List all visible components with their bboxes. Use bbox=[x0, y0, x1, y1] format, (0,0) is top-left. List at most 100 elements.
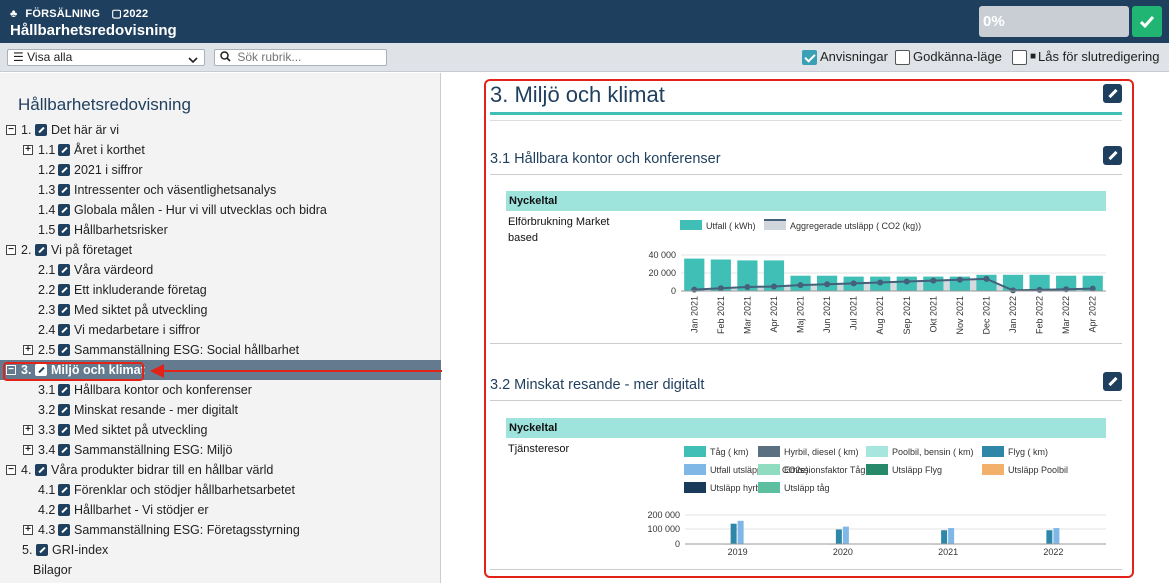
toc-item[interactable]: −4. Våra produkter bidrar till en hållbar… bbox=[0, 460, 441, 480]
x-tick-label: Aug 2021 bbox=[875, 296, 885, 335]
y-tick-label: 200 000 bbox=[647, 510, 680, 520]
toc-item[interactable]: +4.3 Sammanställning ESG: Företagsstyrnin… bbox=[0, 520, 441, 540]
toc-item[interactable]: 1.2 2021 i siffror bbox=[0, 160, 441, 180]
toc-item[interactable]: +2.5 Sammanställning ESG: Social hållbarh… bbox=[0, 340, 441, 360]
expand-icon[interactable]: + bbox=[23, 345, 33, 355]
toc-item[interactable]: 2.4 Vi medarbetare i siffror bbox=[0, 320, 441, 340]
toggle-godkanna[interactable]: Godkänna-läge bbox=[895, 49, 1002, 65]
legend-swatch bbox=[758, 482, 780, 493]
legend-label: Utsläpp Flyg bbox=[892, 465, 942, 475]
legend-swatch bbox=[684, 446, 706, 457]
toc-number: 1.3 bbox=[38, 183, 56, 197]
subsection-divider bbox=[490, 174, 1122, 175]
toc-number: 4. bbox=[21, 463, 32, 477]
x-tick-label: 2020 bbox=[833, 547, 853, 557]
year-label: 2022 bbox=[123, 8, 149, 20]
filter-select[interactable]: ☰ Visa alla bbox=[7, 49, 205, 66]
toc-item[interactable]: 3.2 Minskat resande - mer digitalt bbox=[0, 400, 441, 420]
x-tick-label: Jan 2022 bbox=[1008, 296, 1018, 333]
data-point bbox=[744, 283, 751, 290]
expand-icon[interactable]: + bbox=[23, 445, 33, 455]
toc-item[interactable]: 1.4 Globala målen - Hur vi vill utvecklas… bbox=[0, 200, 441, 220]
legend-label: Utsläpp tåg bbox=[784, 483, 830, 493]
x-tick-label: 2022 bbox=[1043, 547, 1063, 557]
toc-item[interactable]: 2.2 Ett inkluderande företag bbox=[0, 280, 441, 300]
toc-item[interactable]: +1.1 Året i korthet bbox=[0, 140, 441, 160]
list-icon: ☰ bbox=[13, 50, 24, 64]
toc-item[interactable]: 3.1 Hållbara kontor och konferenser bbox=[0, 380, 441, 400]
edit-pencil-icon bbox=[58, 484, 70, 496]
collapse-icon[interactable]: − bbox=[6, 245, 16, 255]
toc-item[interactable]: 2.1 Våra värdeord bbox=[0, 260, 441, 280]
legend-swatch bbox=[758, 464, 780, 475]
toc-item[interactable]: −1. Det här är vi bbox=[0, 120, 441, 140]
toc-number: 1.5 bbox=[38, 223, 56, 237]
edit-pencil-icon bbox=[58, 404, 70, 416]
toc-number: 1.1 bbox=[38, 143, 56, 157]
data-point bbox=[903, 278, 910, 285]
expand-icon[interactable]: + bbox=[23, 525, 33, 535]
toc-number: 2.2 bbox=[38, 283, 56, 297]
toc-item[interactable]: 4.2 Hållbarhet - Vi stödjer er bbox=[0, 500, 441, 520]
search-input[interactable] bbox=[237, 50, 383, 64]
collapse-icon[interactable]: − bbox=[6, 125, 16, 135]
edit-pencil-icon bbox=[35, 244, 47, 256]
edit-subsection-button[interactable] bbox=[1103, 372, 1122, 391]
toc-label: Det här är vi bbox=[51, 123, 120, 137]
toggle-las[interactable]: ■ Lås för slutredigering bbox=[1012, 49, 1159, 65]
edit-pencil-icon bbox=[35, 124, 47, 136]
confirm-button[interactable] bbox=[1132, 6, 1162, 37]
toc-label: Hållbara kontor och konferenser bbox=[74, 383, 252, 397]
toc-item[interactable]: 5. GRI-index bbox=[0, 540, 441, 560]
calendar-icon: ▢ bbox=[111, 8, 123, 20]
toc-item[interactable]: −2. Vi på företaget bbox=[0, 240, 441, 260]
x-tick-label: 2019 bbox=[728, 547, 748, 557]
toc-number: 2. bbox=[21, 243, 32, 257]
collapse-icon[interactable]: − bbox=[6, 465, 16, 475]
toc-item[interactable]: 4.1 Förenklar och stödjer hållbarhetsarbe… bbox=[0, 480, 441, 500]
legend-swatch bbox=[866, 446, 888, 457]
progress-indicator: 0% bbox=[979, 6, 1129, 37]
sales-label: FÖRSÄLNING bbox=[25, 8, 101, 20]
legend-swatch bbox=[684, 464, 706, 475]
toc-label: Sammanställning ESG: Miljö bbox=[74, 443, 233, 457]
toc-label: GRI-index bbox=[52, 543, 109, 557]
subsection-divider bbox=[490, 569, 1122, 570]
edit-section-button[interactable] bbox=[1103, 84, 1122, 103]
toc-item[interactable]: 1.5 Hållbarhetsrisker bbox=[0, 220, 441, 240]
chevron-down-icon bbox=[188, 53, 198, 68]
edit-pencil-icon bbox=[58, 304, 70, 316]
toc-item[interactable]: +3.3 Med siktet på utveckling bbox=[0, 420, 441, 440]
toc-label: Sammanställning ESG: Företagsstyrning bbox=[74, 523, 300, 537]
toc-item[interactable]: 2.3 Med siktet på utveckling bbox=[0, 300, 441, 320]
y-tick-label: 0 bbox=[675, 539, 680, 549]
toc-item[interactable]: 1.3 Intressenter och väsentlighetsanalys bbox=[0, 180, 441, 200]
toggle-label: Godkänna-läge bbox=[913, 49, 1002, 64]
data-point bbox=[983, 275, 990, 282]
subsection-title: 3.1 Hållbara kontor och konferenser bbox=[490, 151, 721, 167]
x-tick-label: Jan 2021 bbox=[689, 296, 699, 333]
toggle-label: Lås för slutredigering bbox=[1038, 49, 1160, 64]
search-box bbox=[214, 49, 387, 66]
subsection-divider bbox=[490, 400, 1122, 401]
x-tick-label: Okt 2021 bbox=[928, 296, 938, 333]
edit-pencil-icon bbox=[58, 224, 70, 236]
data-point bbox=[877, 279, 884, 286]
expand-icon[interactable]: + bbox=[23, 425, 33, 435]
toc-item[interactable]: Bilagor bbox=[0, 560, 441, 580]
legend-swatch bbox=[684, 482, 706, 493]
expand-icon[interactable]: + bbox=[23, 145, 33, 155]
legend-swatch bbox=[982, 446, 1004, 457]
subsection-divider bbox=[490, 343, 1122, 344]
kpi-header: Nyckeltal bbox=[506, 418, 1106, 438]
toc-item[interactable]: +3.4 Sammanställning ESG: Miljö bbox=[0, 440, 441, 460]
toc-label: Ett inkluderande företag bbox=[74, 283, 207, 297]
check-icon bbox=[1139, 15, 1155, 28]
kpi-name: Tjänsteresor bbox=[508, 443, 570, 455]
toolbar: ☰ Visa alla Anvisningar Godkänna-läge ■L… bbox=[0, 43, 1169, 72]
edit-pencil-icon bbox=[35, 464, 47, 476]
toc-number: 2.4 bbox=[38, 323, 56, 337]
toggle-anvisningar[interactable]: Anvisningar bbox=[802, 49, 888, 65]
section-divider bbox=[490, 112, 1122, 115]
edit-subsection-button[interactable] bbox=[1103, 146, 1122, 165]
